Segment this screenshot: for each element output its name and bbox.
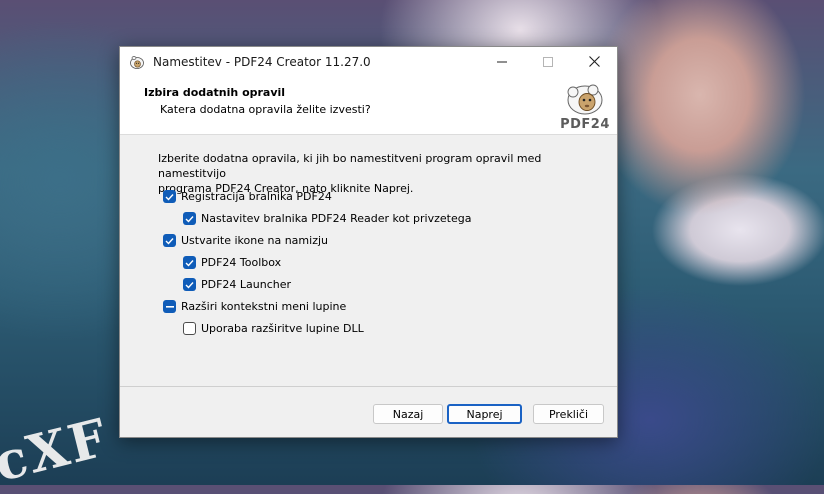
wizard-header: Izbira dodatnih opravil Katera dodatna o… xyxy=(120,76,617,135)
minimize-button[interactable] xyxy=(479,47,525,76)
close-button[interactable] xyxy=(571,47,617,76)
checkbox-checked-icon[interactable] xyxy=(183,278,196,291)
option-label: PDF24 Launcher xyxy=(201,278,292,291)
minimize-icon xyxy=(497,61,507,62)
page-title: Izbira dodatnih opravil xyxy=(144,86,286,99)
checkbox-checked-icon[interactable] xyxy=(163,234,176,247)
maximize-icon xyxy=(543,56,553,67)
cancel-button[interactable]: Prekliči xyxy=(533,404,604,424)
window-title: Namestitev - PDF24 Creator 11.27.0 xyxy=(153,54,371,69)
checkbox-checked-icon[interactable] xyxy=(163,190,176,203)
close-icon xyxy=(588,56,600,67)
option-label: Ustvarite ikone na namizju xyxy=(181,234,328,247)
checkbox-unchecked-icon[interactable] xyxy=(183,322,196,335)
page-subtitle: Katera dodatna opravila želite izvesti? xyxy=(160,103,371,116)
setup-dialog: Namestitev - PDF24 Creator 11.27.0 Izbir… xyxy=(119,46,618,438)
instructions-line-1: Izberite dodatna opravila, ki jih bo nam… xyxy=(158,152,542,180)
option-label: Razširi kontekstni meni lupine xyxy=(181,300,347,313)
option-label: Nastavitev bralnika PDF24 Reader kot pri… xyxy=(201,212,472,225)
option-toolbox[interactable]: PDF24 Toolbox xyxy=(183,256,281,269)
maximize-button[interactable] xyxy=(525,47,571,76)
checkbox-checked-icon[interactable] xyxy=(183,212,196,225)
background-watermark: cXF xyxy=(0,407,115,494)
title-bar[interactable]: Namestitev - PDF24 Creator 11.27.0 xyxy=(120,47,617,76)
option-launcher[interactable]: PDF24 Launcher xyxy=(183,278,291,291)
option-label: Registracija bralnika PDF24 xyxy=(181,190,332,203)
logo-text: PDF24 xyxy=(560,117,610,131)
option-default-reader[interactable]: Nastavitev bralnika PDF24 Reader kot pri… xyxy=(183,212,471,225)
next-button[interactable]: Naprej xyxy=(447,404,522,424)
pdf24-sheep-icon xyxy=(129,54,145,70)
option-label: PDF24 Toolbox xyxy=(201,256,282,269)
wizard-content: Izberite dodatna opravila, ki jih bo nam… xyxy=(120,135,617,387)
footer-divider xyxy=(120,386,617,387)
checkbox-indeterminate-icon[interactable] xyxy=(163,300,176,313)
option-shell-extension-dll[interactable]: Uporaba razširitve lupine DLL xyxy=(183,322,364,335)
checkbox-checked-icon[interactable] xyxy=(183,256,196,269)
option-register-reader[interactable]: Registracija bralnika PDF24 xyxy=(163,190,332,203)
back-button[interactable]: Nazaj xyxy=(373,404,443,424)
pdf24-logo: PDF24 xyxy=(557,79,613,132)
option-label: Uporaba razširitve lupine DLL xyxy=(201,322,364,335)
option-desktop-icons[interactable]: Ustvarite ikone na namizju xyxy=(163,234,328,247)
option-shell-context-menu[interactable]: Razširi kontekstni meni lupine xyxy=(163,300,346,313)
